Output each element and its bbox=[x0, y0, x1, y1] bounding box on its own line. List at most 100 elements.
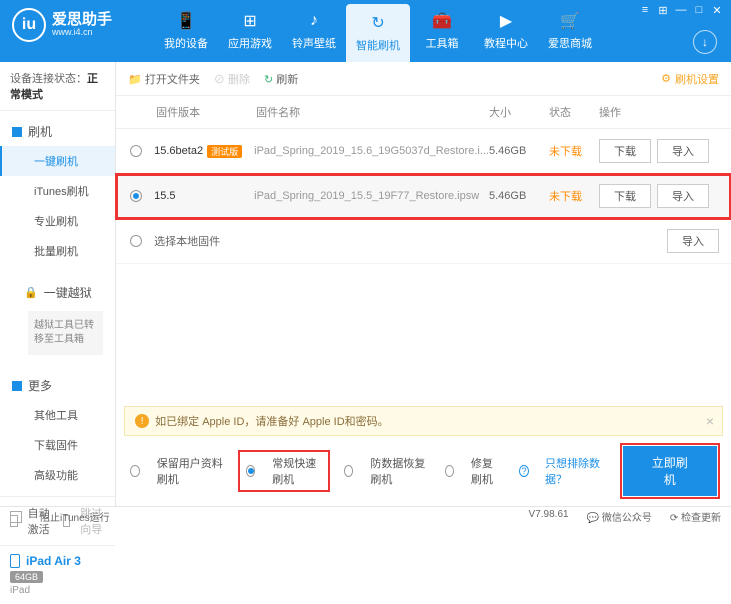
import-button[interactable]: 导入 bbox=[657, 139, 709, 163]
firmware-row[interactable]: 15.5 iPad_Spring_2019_15.5_19F77_Restore… bbox=[116, 174, 731, 219]
check-update-link[interactable]: ⟳ 检查更新 bbox=[670, 509, 721, 524]
nav-item-3[interactable]: ↻ 智能刷机 bbox=[346, 4, 410, 62]
beta-tag: 测试版 bbox=[207, 145, 242, 158]
local-fw-radio[interactable] bbox=[130, 235, 142, 247]
flash-option[interactable]: 修复刷机 bbox=[445, 455, 503, 487]
nav-item-1[interactable]: ⊞应用游戏 bbox=[218, 0, 282, 62]
sidebar-item[interactable]: 下载固件 bbox=[0, 430, 115, 460]
main-nav: 📱 我的设备 ⊞应用游戏 ♪ 铃声壁纸 ↻ 智能刷机 🧰 工具箱 ▶教程中心🛒爱思商城 bbox=[154, 0, 602, 62]
flash-now-button[interactable]: 立即刷机 bbox=[623, 446, 717, 496]
logo-icon: iu bbox=[12, 8, 46, 42]
refresh-icon: ↻ bbox=[264, 74, 273, 86]
logo: iu 爱思助手 www.i4.cn bbox=[0, 0, 124, 50]
option-radio[interactable] bbox=[130, 465, 140, 477]
import-button[interactable]: 导入 bbox=[667, 229, 719, 253]
gear-icon: ⚙ bbox=[661, 72, 671, 85]
nav-icon: 🧰 bbox=[432, 11, 452, 31]
fw-filename: iPad_Spring_2019_15.6_19G5037d_Restore.i… bbox=[254, 145, 489, 157]
option-label: 常规快速刷机 bbox=[272, 455, 322, 487]
nav-label: 智能刷机 bbox=[356, 37, 400, 53]
download-indicator-icon[interactable]: ↓ bbox=[693, 30, 717, 54]
nav-icon: ↻ bbox=[368, 13, 388, 33]
maximize-icon[interactable]: □ bbox=[691, 3, 707, 17]
block-itunes-label: 阻止iTunes运行 bbox=[40, 509, 110, 524]
sidebar-note: 越狱工具已转移至工具箱 bbox=[28, 311, 103, 355]
folder-icon: 📁 bbox=[128, 74, 142, 86]
side-group-head[interactable]: 刷机 bbox=[0, 117, 115, 146]
firmware-row[interactable]: 15.6beta2 测试版 iPad_Spring_2019_15.6_19G50… bbox=[116, 129, 731, 174]
sidebar-item[interactable]: 一键刷机 bbox=[0, 146, 115, 176]
col-ops: 操作 bbox=[599, 104, 719, 120]
col-name: 固件名称 bbox=[256, 104, 489, 120]
fw-version: 15.6beta2 bbox=[154, 145, 203, 157]
fw-version: 15.5 bbox=[154, 190, 175, 202]
sidebar-item[interactable]: 批量刷机 bbox=[0, 236, 115, 266]
device-storage: 64GB bbox=[10, 571, 43, 583]
side-group-head[interactable]: 更多 bbox=[0, 371, 115, 400]
side-group-head[interactable]: 🔒一键越狱 bbox=[0, 278, 115, 307]
nav-label: 工具箱 bbox=[426, 35, 459, 51]
option-radio[interactable] bbox=[445, 465, 454, 477]
nav-label: 我的设备 bbox=[164, 35, 208, 51]
import-button[interactable]: 导入 bbox=[657, 184, 709, 208]
nav-label: 铃声壁纸 bbox=[292, 35, 336, 51]
side-group-title: 刷机 bbox=[28, 123, 52, 140]
nav-item-2[interactable]: ♪ 铃声壁纸 bbox=[282, 0, 346, 62]
option-radio[interactable] bbox=[246, 465, 256, 477]
appleid-alert: ! 如已绑定 Apple ID，请准备好 Apple ID和密码。 × bbox=[124, 406, 723, 436]
nav-item-6[interactable]: 🛒爱思商城 bbox=[538, 0, 602, 62]
status-bar: 阻止iTunes运行 V7.98.61 💬 微信公众号 ⟳ 检查更新 bbox=[0, 506, 731, 526]
col-status: 状态 bbox=[549, 104, 599, 120]
sidebar-item[interactable]: 高级功能 bbox=[0, 460, 115, 490]
close-icon[interactable]: ✕ bbox=[709, 3, 725, 17]
conn-label: 设备连接状态： bbox=[10, 73, 87, 85]
nav-item-5[interactable]: ▶教程中心 bbox=[474, 0, 538, 62]
col-size: 大小 bbox=[489, 104, 549, 120]
square-icon bbox=[12, 127, 22, 137]
flash-option[interactable]: 防数据恢复刷机 bbox=[344, 455, 429, 487]
download-button[interactable]: 下载 bbox=[599, 139, 651, 163]
delete-button[interactable]: ⊘ 删除 bbox=[214, 71, 250, 87]
square-icon bbox=[12, 381, 22, 391]
download-button[interactable]: 下载 bbox=[599, 184, 651, 208]
block-itunes-checkbox[interactable] bbox=[10, 511, 22, 523]
warning-icon: ! bbox=[135, 414, 149, 428]
flash-options: 保留用户资料刷机 常规快速刷机防数据恢复刷机 修复刷机? 只想排除数据？ 立即刷机 bbox=[116, 436, 731, 506]
sidebar-item[interactable]: 专业刷机 bbox=[0, 206, 115, 236]
alert-close-icon[interactable]: × bbox=[706, 413, 714, 429]
option-radio[interactable] bbox=[344, 465, 354, 477]
wechat-link[interactable]: 💬 微信公众号 bbox=[587, 509, 652, 524]
sidebar-item[interactable]: iTunes刷机 bbox=[0, 176, 115, 206]
side-group-title: 一键越狱 bbox=[44, 284, 92, 301]
table-header: 固件版本 固件名称 大小 状态 操作 bbox=[116, 96, 731, 129]
local-firmware-row[interactable]: 选择本地固件 导入 bbox=[116, 219, 731, 264]
grid-icon[interactable]: ⊞ bbox=[655, 3, 671, 17]
exclude-data-link[interactable]: 只想排除数据？ bbox=[545, 455, 607, 487]
row-radio[interactable] bbox=[130, 190, 142, 202]
help-icon[interactable]: ? bbox=[519, 465, 529, 477]
flash-option[interactable]: 常规快速刷机 bbox=[240, 452, 328, 490]
nav-icon: 📱 bbox=[176, 11, 196, 31]
option-label: 修复刷机 bbox=[471, 455, 503, 487]
device-name: iPad Air 3 bbox=[26, 554, 81, 568]
fw-size: 5.46GB bbox=[489, 145, 549, 157]
nav-item-4[interactable]: 🧰 工具箱 bbox=[410, 0, 474, 62]
nav-icon: 🛒 bbox=[560, 11, 580, 31]
open-folder-button[interactable]: 📁 打开文件夹 bbox=[128, 71, 200, 87]
window-controls: ≡ ⊞ — □ ✕ bbox=[637, 3, 725, 17]
flash-option[interactable]: 保留用户资料刷机 bbox=[130, 455, 224, 487]
flash-settings-button[interactable]: ⚙ 刷机设置 bbox=[661, 71, 719, 87]
version-label: V7.98.61 bbox=[529, 509, 569, 524]
minimize-icon[interactable]: — bbox=[673, 3, 689, 17]
side-group-title: 更多 bbox=[28, 377, 52, 394]
nav-icon: ♪ bbox=[304, 11, 324, 31]
device-card[interactable]: iPad Air 3 64GB iPad bbox=[0, 545, 115, 604]
row-radio[interactable] bbox=[130, 145, 142, 157]
col-version: 固件版本 bbox=[156, 104, 256, 120]
sidebar-item[interactable]: 其他工具 bbox=[0, 400, 115, 430]
nav-label: 应用游戏 bbox=[228, 35, 272, 51]
menu-icon[interactable]: ≡ bbox=[637, 3, 653, 17]
nav-item-0[interactable]: 📱 我的设备 bbox=[154, 0, 218, 62]
toolbar: 📁 打开文件夹 ⊘ 删除 ↻ 刷新 ⚙ 刷机设置 bbox=[116, 62, 731, 96]
refresh-button[interactable]: ↻ 刷新 bbox=[264, 71, 298, 87]
